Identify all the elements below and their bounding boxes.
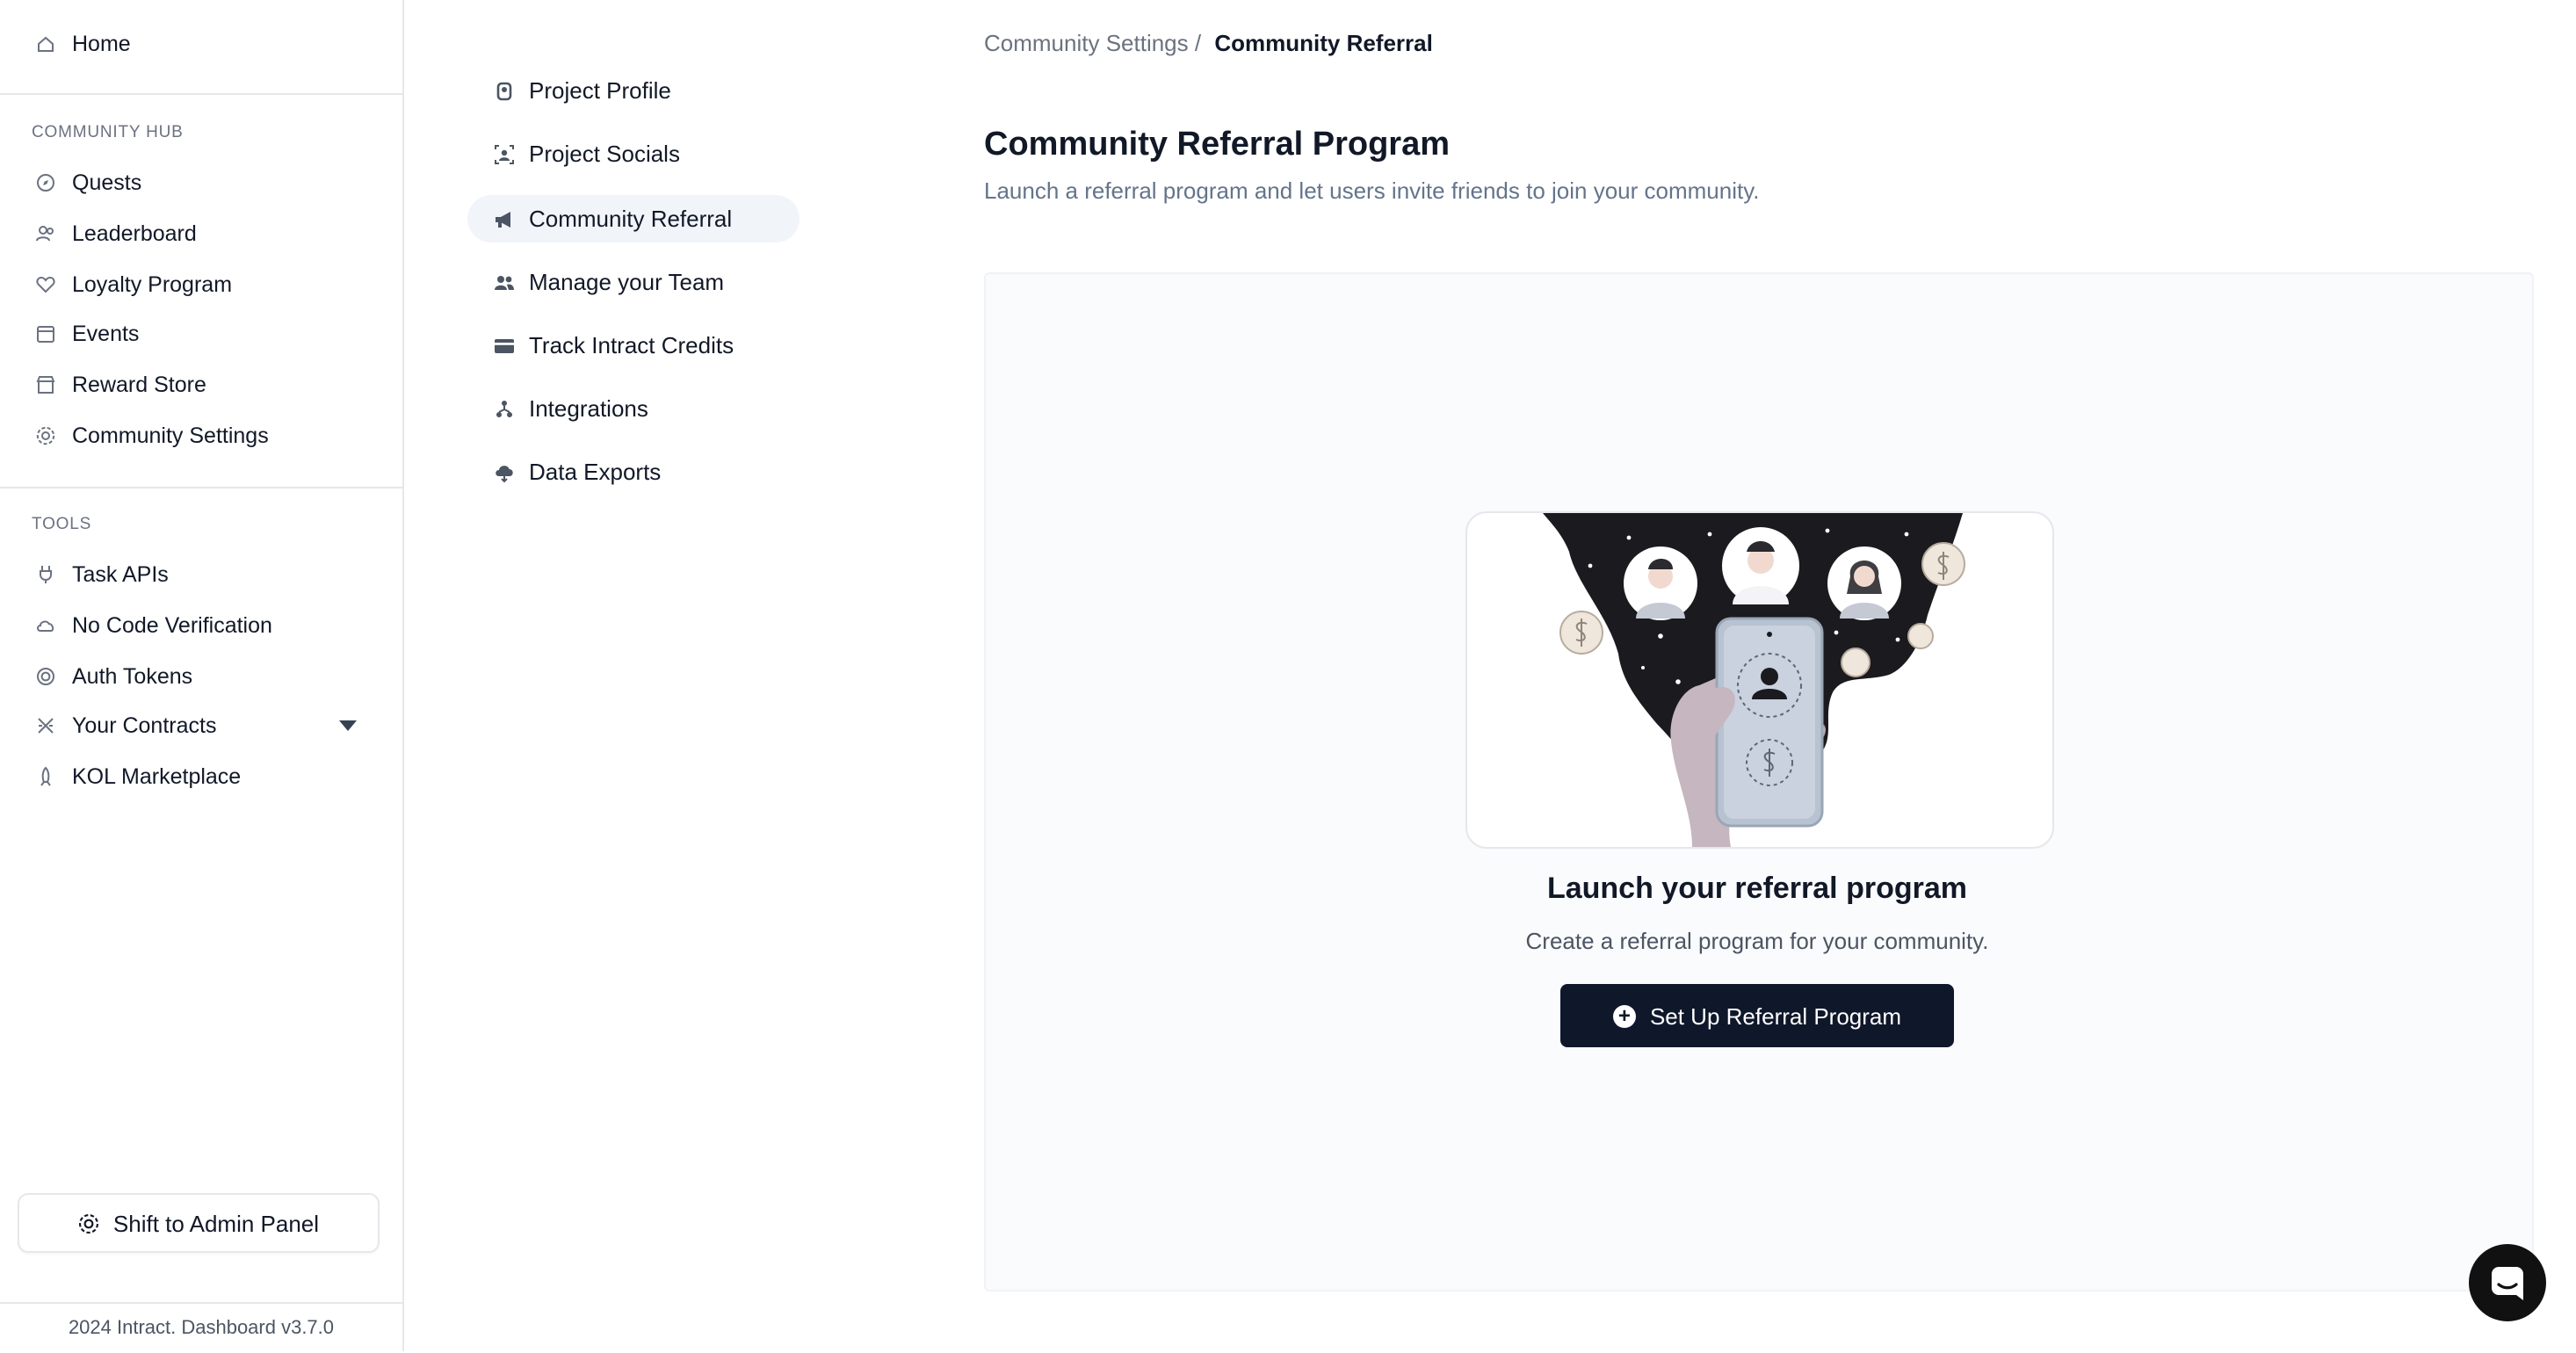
badge-icon <box>492 79 515 102</box>
plug-icon <box>35 564 56 585</box>
sidebar-item-label: Home <box>72 32 131 56</box>
settings-item-label: Project Profile <box>529 77 671 104</box>
page-title: Community Referral Program <box>984 127 1451 163</box>
page-subtitle: Launch a referral program and let users … <box>984 177 1760 204</box>
settings-item-label: Integrations <box>529 395 648 422</box>
compass-icon <box>35 172 56 193</box>
home-icon <box>35 33 56 54</box>
sidebar-item-label: Events <box>72 322 140 346</box>
sidebar-item-loyalty-program[interactable]: Loyalty Program <box>35 265 232 304</box>
card-icon <box>492 334 515 357</box>
breadcrumb-current: Community Referral <box>1214 30 1433 56</box>
sidebar-item-label: Auth Tokens <box>72 664 193 689</box>
section-label-community-hub: COMMUNITY HUB <box>32 123 184 142</box>
sidebar-item-label: Task APIs <box>72 562 169 587</box>
settings-item-label: Project Socials <box>529 141 680 167</box>
settings-item-label: Community Referral <box>529 206 733 232</box>
breadcrumb-parent[interactable]: Community Settings / <box>984 30 1201 56</box>
referral-illustration <box>1465 511 2054 849</box>
divider <box>0 487 402 488</box>
settings-item-community-referral[interactable]: Community Referral <box>467 195 800 242</box>
sidebar-item-auth-tokens[interactable]: Auth Tokens <box>35 657 192 696</box>
sidebar-item-label: No Code Verification <box>72 613 272 638</box>
store-icon <box>35 374 56 395</box>
settings-item-label: Data Exports <box>529 459 662 485</box>
chat-icon <box>2492 1267 2523 1300</box>
admin-button-label: Shift to Admin Panel <box>112 1210 320 1236</box>
sidebar-item-task-apis[interactable]: Task APIs <box>35 555 169 594</box>
section-label-tools: TOOLS <box>32 515 92 534</box>
cloud-icon <box>35 615 56 636</box>
team-icon <box>492 271 515 293</box>
sidebar-item-kol-marketplace[interactable]: KOL Marketplace <box>35 757 241 796</box>
set-up-referral-program-button[interactable]: + Set Up Referral Program <box>1560 984 1954 1047</box>
sidebar-item-label: Quests <box>72 170 142 195</box>
empty-state-title: Launch your referral program <box>1546 872 1967 905</box>
settings-item-integrations[interactable]: Integrations <box>467 385 800 432</box>
divider <box>0 93 402 95</box>
settings-item-manage-your-team[interactable]: Manage your Team <box>467 258 800 306</box>
sidebar-item-community-settings[interactable]: Community Settings <box>35 416 269 455</box>
calendar-icon <box>35 323 56 344</box>
sidebar: Home COMMUNITY HUB Quests Leaderboard Lo… <box>0 0 404 1351</box>
rocket-icon <box>35 766 56 787</box>
chevron-down-icon[interactable] <box>339 720 357 731</box>
plus-circle-icon: + <box>1612 1003 1636 1027</box>
footer-version: 2024 Intract. Dashboard v3.7.0 <box>0 1302 402 1353</box>
socials-icon <box>492 142 515 165</box>
settings-item-project-profile[interactable]: Project Profile <box>467 67 800 114</box>
settings-item-project-socials[interactable]: Project Socials <box>467 130 800 177</box>
users-icon <box>35 223 56 244</box>
empty-state-subtitle: Create a referral program for your commu… <box>1525 928 1989 954</box>
contract-icon <box>35 715 56 736</box>
sidebar-item-quests[interactable]: Quests <box>35 163 141 202</box>
sidebar-item-no-code-verification[interactable]: No Code Verification <box>35 606 272 645</box>
gear-icon <box>79 1212 99 1234</box>
token-icon <box>35 666 56 687</box>
settings-item-track-intract-credits[interactable]: Track Intract Credits <box>467 322 800 369</box>
sidebar-item-label: Community Settings <box>72 423 269 448</box>
settings-item-label: Manage your Team <box>529 269 725 295</box>
sidebar-item-label: Your Contracts <box>72 713 217 738</box>
integrations-icon <box>492 397 515 420</box>
chat-launcher-button[interactable] <box>2469 1244 2546 1321</box>
breadcrumb: Community Settings / Community Referral <box>984 30 1433 56</box>
cloud-download-icon <box>492 460 515 483</box>
shift-to-admin-panel-button[interactable]: Shift to Admin Panel <box>18 1193 380 1253</box>
sidebar-item-your-contracts[interactable]: Your Contracts <box>35 706 216 745</box>
sidebar-item-leaderboard[interactable]: Leaderboard <box>35 214 197 253</box>
settings-item-data-exports[interactable]: Data Exports <box>467 448 800 496</box>
sidebar-item-label: Loyalty Program <box>72 272 233 297</box>
referral-illustration-graphic <box>1543 513 1965 847</box>
page: Home COMMUNITY HUB Quests Leaderboard Lo… <box>0 0 2576 1351</box>
settings-item-label: Track Intract Credits <box>529 332 734 358</box>
heart-icon <box>35 274 56 295</box>
gear-icon <box>35 425 56 446</box>
sidebar-item-label: Leaderboard <box>72 221 197 246</box>
sidebar-item-home[interactable]: Home <box>35 25 131 63</box>
sidebar-item-reward-store[interactable]: Reward Store <box>35 365 206 404</box>
sidebar-item-label: Reward Store <box>72 373 206 397</box>
sidebar-item-events[interactable]: Events <box>35 315 139 353</box>
megaphone-icon <box>492 207 515 230</box>
cta-label: Set Up Referral Program <box>1649 1002 1902 1029</box>
sidebar-item-label: KOL Marketplace <box>72 764 242 789</box>
